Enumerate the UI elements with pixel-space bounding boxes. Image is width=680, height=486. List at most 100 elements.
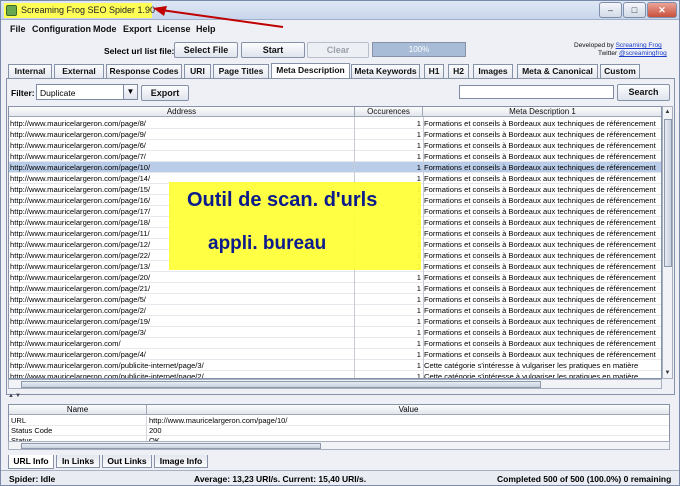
cell-address: http://www.mauricelargeron.com/publicite… xyxy=(10,361,204,370)
clear-button[interactable]: Clear xyxy=(307,42,369,58)
table-horizontal-scrollbar[interactable] xyxy=(8,379,662,389)
tab-image-info[interactable]: Image Info xyxy=(154,455,208,468)
progress-text: 100% xyxy=(408,45,430,54)
cell-address: http://www.mauricelargeron.com/publicite… xyxy=(10,372,204,379)
column-header-name[interactable]: Name xyxy=(9,405,147,415)
table-row[interactable]: http://www.mauricelargeron.com/page/4/1 F… xyxy=(9,349,661,360)
menu-file[interactable]: File xyxy=(10,24,26,34)
tab-response-codes[interactable]: Response Codes xyxy=(106,64,182,79)
cell-meta-description: Formations et conseils à Bordeaux aux te… xyxy=(424,339,656,348)
cell-occurences: 1 xyxy=(416,273,421,282)
minimize-button[interactable]: – xyxy=(599,2,622,18)
cell-meta-description: Formations et conseils à Bordeaux aux te… xyxy=(424,328,656,337)
screaming-frog-link[interactable]: Screaming Frog xyxy=(616,42,662,49)
table-row[interactable]: http://www.mauricelargeron.com/publicite… xyxy=(9,371,661,379)
cell-meta-description: Formations et conseils à Bordeaux aux te… xyxy=(424,119,656,128)
scrollbar-thumb[interactable] xyxy=(21,381,541,388)
table-row[interactable]: http://www.mauricelargeron.com/page/6/1 F… xyxy=(9,140,661,151)
detail-row[interactable]: URL http://www.mauricelargeron.com/page/1… xyxy=(9,416,669,426)
tab-uri[interactable]: URI xyxy=(184,64,211,79)
column-header-address[interactable]: Address xyxy=(9,107,355,117)
scrollbar-thumb[interactable] xyxy=(21,443,321,449)
cell-occurences: 1 xyxy=(416,339,421,348)
collapse-down-icon[interactable]: ▼ xyxy=(15,393,21,399)
cell-occurences: 1 xyxy=(416,328,421,337)
tab-page-titles[interactable]: Page Titles xyxy=(213,64,269,79)
cell-meta-description: Formations et conseils à Bordeaux aux te… xyxy=(424,262,656,271)
filter-dropdown[interactable]: Duplicate ▼ xyxy=(36,84,138,100)
tab-meta-keywords[interactable]: Meta Keywords xyxy=(351,64,420,79)
column-header-occurences[interactable]: Occurences xyxy=(355,107,423,117)
cell-meta-description: Formations et conseils à Bordeaux aux te… xyxy=(424,251,656,260)
tab-h2[interactable]: H2 xyxy=(448,64,469,79)
tab-meta-description[interactable]: Meta Description xyxy=(271,63,350,79)
search-input[interactable] xyxy=(459,85,614,99)
cell-address: http://www.mauricelargeron.com/page/6/ xyxy=(10,141,146,150)
cell-address: http://www.mauricelargeron.com/page/19/ xyxy=(10,317,151,326)
table-row[interactable]: http://www.mauricelargeron.com/publicite… xyxy=(9,360,661,371)
cell-address: http://www.mauricelargeron.com/page/4/ xyxy=(10,350,146,359)
menu-mode[interactable]: Mode xyxy=(93,24,117,34)
start-button[interactable]: Start xyxy=(241,42,305,58)
table-row[interactable]: http://www.mauricelargeron.com/page/5/1 F… xyxy=(9,294,661,305)
tab-url-info[interactable]: URL Info xyxy=(8,455,54,469)
title-bar[interactable]: Screaming Frog SEO Spider 1.90 – □ ✕ xyxy=(1,1,679,20)
tab-images[interactable]: Images xyxy=(473,64,513,79)
detail-value: 200 xyxy=(149,426,162,435)
table-vertical-scrollbar[interactable]: ▲ ▼ xyxy=(662,106,673,379)
scroll-down-icon[interactable]: ▼ xyxy=(663,368,672,378)
scrollbar-thumb[interactable] xyxy=(664,119,672,267)
tab-out-links[interactable]: Out Links xyxy=(102,455,152,468)
table-row[interactable]: http://www.mauricelargeron.com/page/9/1 F… xyxy=(9,129,661,140)
search-button[interactable]: Search xyxy=(617,84,670,101)
menu-export[interactable]: Export xyxy=(123,24,152,34)
tab-in-links[interactable]: In Links xyxy=(56,455,100,468)
scroll-up-icon[interactable]: ▲ xyxy=(663,107,672,117)
close-button[interactable]: ✕ xyxy=(647,2,677,18)
column-divider xyxy=(423,117,424,378)
table-row[interactable]: http://www.mauricelargeron.com/page/10/1… xyxy=(9,162,661,173)
frog-app-icon xyxy=(6,5,17,16)
cell-meta-description: Formations et conseils à Bordeaux aux te… xyxy=(424,273,656,282)
cell-meta-description: Formations et conseils à Bordeaux aux te… xyxy=(424,350,656,359)
spider-status: Spider: Idle xyxy=(9,474,56,484)
menu-help[interactable]: Help xyxy=(196,24,216,34)
tab-custom[interactable]: Custom xyxy=(600,64,640,79)
cell-address: http://www.mauricelargeron.com/page/8/ xyxy=(10,119,146,128)
twitter-link[interactable]: @screamingfrog xyxy=(619,50,667,57)
cell-occurences: 1 xyxy=(416,284,421,293)
table-row[interactable]: http://www.mauricelargeron.com/page/2/1 F… xyxy=(9,305,661,316)
cell-occurences: 1 xyxy=(416,295,421,304)
chevron-down-icon[interactable]: ▼ xyxy=(123,85,137,99)
cell-occurences: 1 xyxy=(416,361,421,370)
annotation-text-line1: Outil de scan. d'urls xyxy=(187,189,378,211)
column-header-meta-description[interactable]: Meta Description 1 xyxy=(423,107,661,117)
tab-meta-canonical[interactable]: Meta & Canonical xyxy=(517,64,598,79)
twitter-label: Twitter xyxy=(598,50,618,57)
table-row[interactable]: http://www.mauricelargeron.com/page/8/1 F… xyxy=(9,118,661,129)
tab-external[interactable]: External xyxy=(54,64,104,79)
table-row[interactable]: http://www.mauricelargeron.com/page/7/1 F… xyxy=(9,151,661,162)
maximize-button[interactable]: □ xyxy=(623,2,646,18)
export-button[interactable]: Export xyxy=(141,85,189,101)
detail-value: http://www.mauricelargeron.com/page/10/ xyxy=(149,416,288,425)
tab-h1[interactable]: H1 xyxy=(424,64,444,79)
column-header-value[interactable]: Value xyxy=(147,405,669,415)
panel-splitter[interactable]: ▲ ▼ xyxy=(6,393,675,401)
menu-license[interactable]: License xyxy=(157,24,191,34)
url-list-label: Select url list file: xyxy=(104,46,175,56)
detail-horizontal-scrollbar[interactable] xyxy=(8,441,670,450)
table-row[interactable]: http://www.mauricelargeron.com/page/19/1… xyxy=(9,316,661,327)
cell-address: http://www.mauricelargeron.com/page/21/ xyxy=(10,284,151,293)
tab-internal[interactable]: Internal xyxy=(8,64,52,79)
collapse-up-icon[interactable]: ▲ xyxy=(8,393,14,399)
table-row[interactable]: http://www.mauricelargeron.com/page/3/1 F… xyxy=(9,327,661,338)
crawl-completion: Completed 500 of 500 (100.0%) 0 remainin… xyxy=(497,474,672,484)
menu-configuration[interactable]: Configuration xyxy=(32,24,91,34)
table-row[interactable]: http://www.mauricelargeron.com/page/20/1… xyxy=(9,272,661,283)
table-row[interactable]: http://www.mauricelargeron.com/1 Formatio… xyxy=(9,338,661,349)
select-file-button[interactable]: Select File xyxy=(174,42,238,58)
cell-address: http://www.mauricelargeron.com/page/10/ xyxy=(10,163,151,172)
detail-row[interactable]: Status Code 200 xyxy=(9,426,669,436)
table-row[interactable]: http://www.mauricelargeron.com/page/21/1… xyxy=(9,283,661,294)
